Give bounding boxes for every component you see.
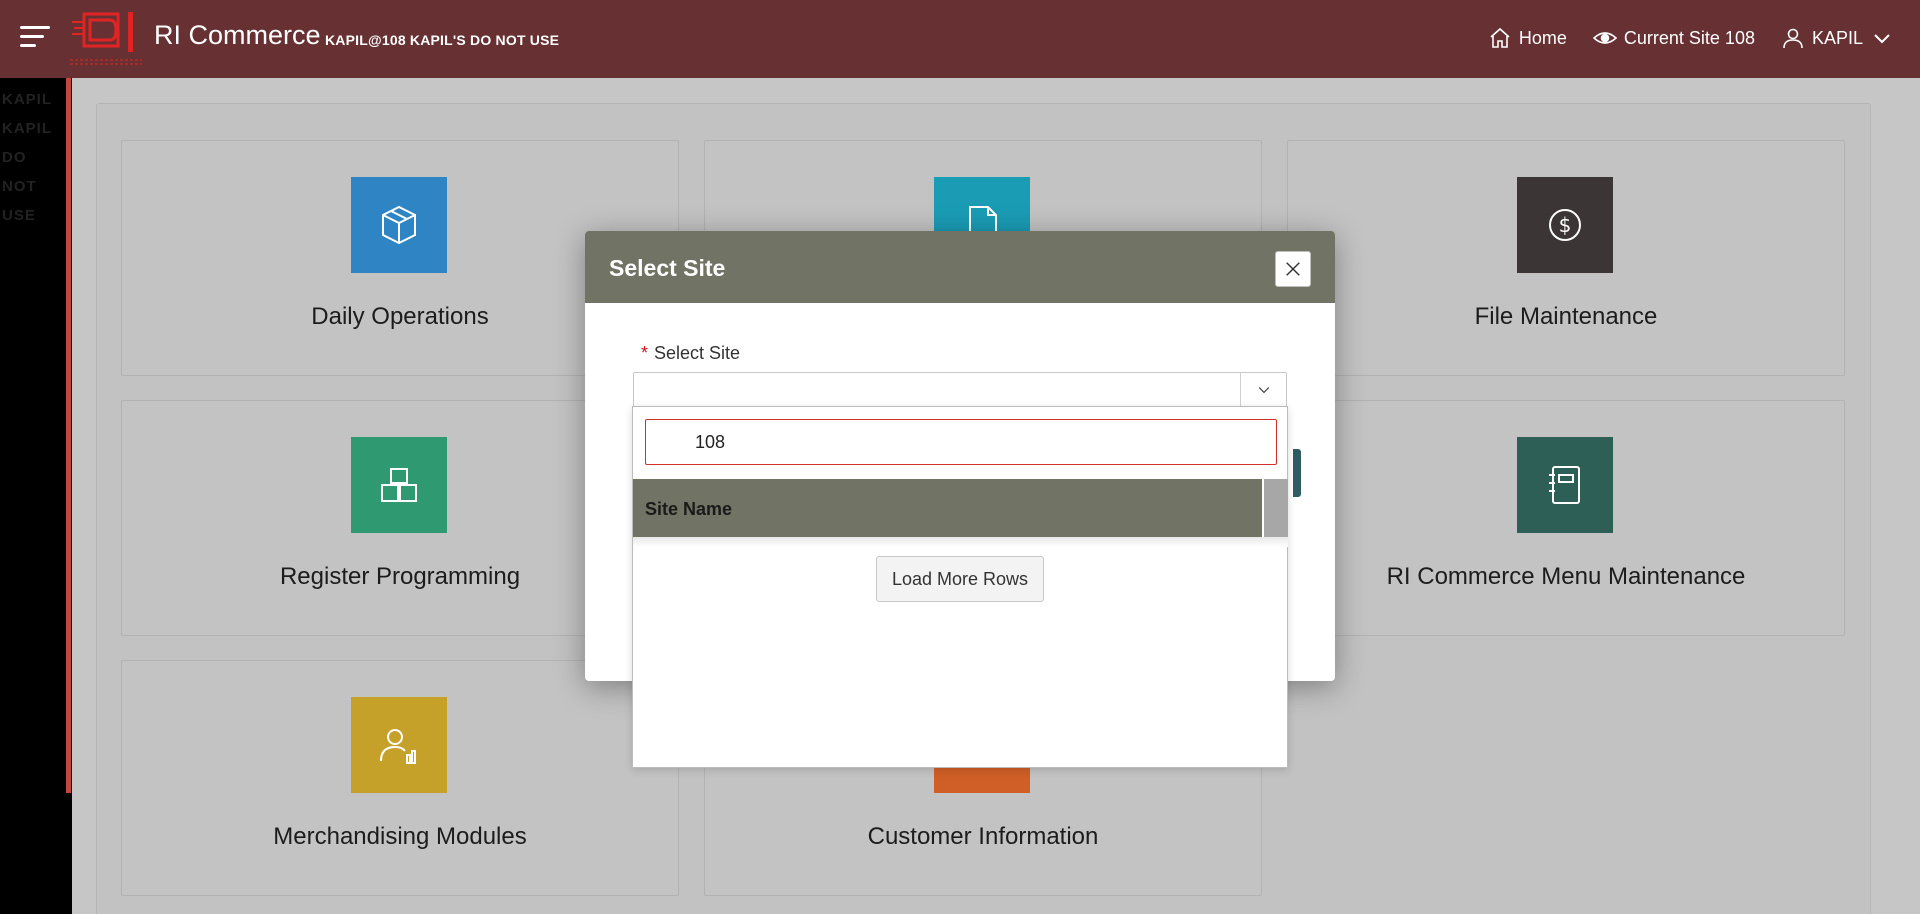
user-chart-icon (351, 697, 447, 793)
close-icon (1286, 262, 1300, 276)
nav-current-site[interactable]: Current Site 108 (1592, 26, 1755, 50)
nav-user-menu[interactable]: KAPIL (1781, 26, 1894, 50)
ri-commerce-logo-icon[interactable] (70, 8, 150, 70)
dropdown-toggle[interactable] (1240, 373, 1286, 407)
app-subtitle: KAPIL@108 KAPIL'S DO NOT USE (325, 32, 560, 48)
chevron-down-icon (1258, 387, 1269, 394)
results-grid-header: Site Name (633, 479, 1288, 537)
card-menu-maintenance[interactable]: RI Commerce Menu Maintenance (1287, 400, 1845, 636)
sidebar-label: KAPIL KAPIL DO NOT USE (2, 91, 52, 224)
select-site-field[interactable] (633, 372, 1287, 408)
column-header-site-name[interactable]: Site Name (645, 499, 732, 520)
user-icon (1783, 28, 1803, 49)
field-label-text: Select Site (654, 343, 741, 363)
dialog-header: Select Site (585, 231, 1335, 303)
box-icon (351, 177, 447, 273)
card-label: File Maintenance (1474, 303, 1658, 330)
nav-home[interactable]: Home (1488, 26, 1567, 50)
dialog-button-edge[interactable] (1293, 449, 1301, 497)
search-input[interactable] (645, 419, 1277, 465)
site-lov-popup: Site Name Load More Rows (632, 406, 1288, 768)
required-marker: * (641, 343, 649, 363)
hamburger-menu-icon[interactable] (20, 26, 50, 52)
dialog-title: Select Site (609, 255, 726, 281)
sidebar-accent-bar (66, 78, 71, 793)
grid-scrollbar[interactable] (1262, 479, 1288, 537)
close-button[interactable] (1275, 251, 1311, 287)
top-nav: Home Current Site 108 KAPIL (1488, 26, 1894, 50)
app-title: RI Commerce (154, 20, 321, 50)
card-label: Customer Information (867, 823, 1099, 850)
select-site-label: * Select Site (641, 343, 740, 364)
card-label: Merchandising Modules (273, 823, 527, 850)
nav-home-label: Home (1518, 27, 1567, 48)
home-icon (1490, 27, 1510, 48)
nav-current-site-label: Current Site 108 (1623, 27, 1755, 48)
card-merchandising-modules[interactable]: Merchandising Modules (121, 660, 679, 896)
grid-separator (633, 537, 1288, 547)
dollar-icon: $ (1517, 177, 1613, 273)
card-file-maintenance[interactable]: $ File Maintenance (1287, 140, 1845, 376)
load-more-rows-button[interactable]: Load More Rows (876, 556, 1044, 602)
nav-user-label: KAPIL (1811, 27, 1863, 48)
card-label: RI Commerce Menu Maintenance (1386, 563, 1746, 590)
svg-text:$: $ (1559, 213, 1572, 237)
notebook-icon (1517, 437, 1613, 533)
blocks-icon (351, 437, 447, 533)
chevron-down-icon (1874, 34, 1890, 44)
eye-icon (1592, 32, 1617, 44)
top-header: RI Commerce KAPIL@108 KAPIL'S DO NOT USE… (0, 0, 1920, 78)
